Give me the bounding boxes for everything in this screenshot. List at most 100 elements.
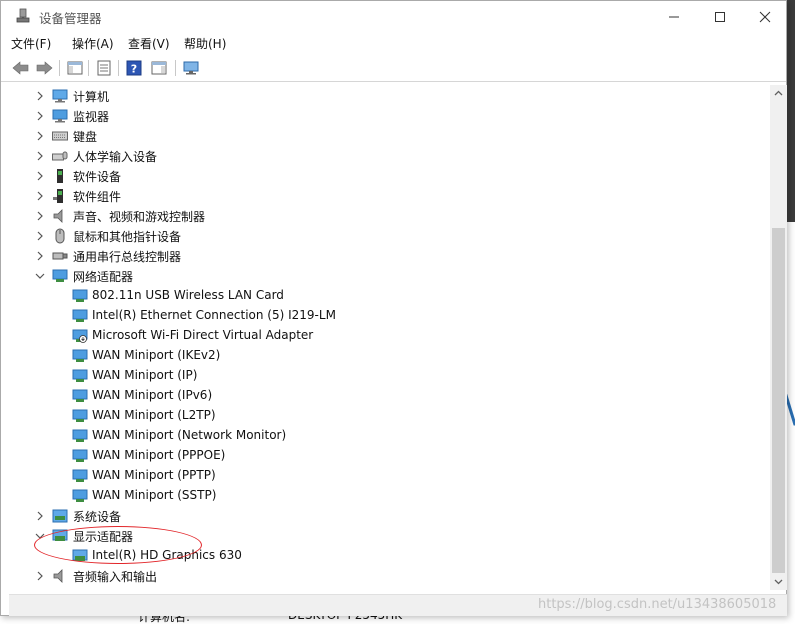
scroll-up-button[interactable] <box>770 85 787 102</box>
tree-label: 通用串行总线控制器 <box>73 250 182 264</box>
disabled-network-adapter-icon <box>72 329 88 343</box>
network-adapter-icon <box>72 349 88 362</box>
tree-label: 声音、视频和游戏控制器 <box>73 210 206 224</box>
tree-row-network-child[interactable]: 802.11n USB Wireless LAN Card <box>9 286 770 306</box>
speaker-icon <box>53 209 63 223</box>
computer-icon <box>52 89 68 103</box>
tree-row-computer[interactable]: 计算机 <box>9 86 770 106</box>
tree-row-system-devices[interactable]: 系统设备 <box>9 506 770 526</box>
network-adapter-icon <box>72 289 88 302</box>
console-tree-icon <box>67 61 83 75</box>
network-adapter-icon <box>72 449 88 462</box>
network-adapter-icon <box>72 309 88 322</box>
tree-row-network-child[interactable]: Microsoft Wi-Fi Direct Virtual Adapter <box>9 326 770 346</box>
tree-row-hid[interactable]: 人体学输入设备 <box>9 146 770 166</box>
chevron-down-icon[interactable] <box>34 270 46 282</box>
tree-row-keyboard[interactable]: 键盘 <box>9 126 770 146</box>
monitor-icon <box>52 109 68 123</box>
tree-label: Intel(R) Ethernet Connection (5) I219-LM <box>92 308 336 322</box>
tree-label: 音频输入和输出 <box>73 570 158 584</box>
tree-row-network-child[interactable]: WAN Miniport (IP) <box>9 366 770 386</box>
tree-label: 鼠标和其他指针设备 <box>73 230 182 244</box>
chevron-right-icon[interactable] <box>34 570 46 582</box>
chevron-right-icon[interactable] <box>34 110 46 122</box>
forward-arrow-icon <box>36 61 53 75</box>
tree-label: 802.11n USB Wireless LAN Card <box>92 288 284 302</box>
tree-label: 软件设备 <box>73 170 122 184</box>
tree-label: WAN Miniport (IPv6) <box>92 388 213 402</box>
window-title: 设备管理器 <box>39 11 102 26</box>
toolbar-separator <box>118 60 119 76</box>
scrollbar-thumb[interactable] <box>772 228 785 573</box>
network-adapter-icon <box>72 469 88 482</box>
minimize-button[interactable] <box>651 1 697 32</box>
back-arrow-icon <box>12 61 29 75</box>
scan-monitor-icon <box>183 61 199 75</box>
vertical-scrollbar[interactable] <box>770 85 787 590</box>
tree-row-sound-video[interactable]: 声音、视频和游戏控制器 <box>9 206 770 226</box>
tree-label: 计算机 <box>73 90 110 104</box>
toolbar-separator <box>59 60 60 76</box>
svg-text:?: ? <box>131 63 137 76</box>
tree-row-network-child[interactable]: WAN Miniport (PPPOE) <box>9 446 770 466</box>
keyboard-icon <box>52 131 68 141</box>
tree-row-network-child[interactable]: WAN Miniport (Network Monitor) <box>9 426 770 446</box>
chevron-right-icon[interactable] <box>34 230 46 242</box>
network-adapter-icon <box>72 409 88 422</box>
tree-row-mouse[interactable]: 鼠标和其他指针设备 <box>9 226 770 246</box>
scan-hardware-button[interactable] <box>181 58 201 78</box>
tree-label: WAN Miniport (SSTP) <box>92 488 217 502</box>
device-tree: 计算机 监视器 键盘 人体学输入设备 软件设备 软件组件 声音、视频和游戏控制器… <box>9 85 770 590</box>
close-button[interactable] <box>742 1 788 32</box>
tree-row-network-child[interactable]: WAN Miniport (SSTP) <box>9 486 770 506</box>
device-manager-window: 设备管理器 文件(F) 操作(A) 查看(V) 帮助(H) ? 计算机 监视器 … <box>0 0 787 616</box>
back-button[interactable] <box>11 58 31 78</box>
speaker-icon <box>53 569 63 583</box>
menu-view[interactable]: 查看(V) <box>128 35 170 52</box>
maximize-button[interactable] <box>697 1 743 32</box>
menu-action[interactable]: 操作(A) <box>72 35 114 52</box>
forward-button[interactable] <box>34 58 54 78</box>
help-button[interactable]: ? <box>124 58 144 78</box>
chevron-right-icon[interactable] <box>34 170 46 182</box>
tree-row-network-child[interactable]: WAN Miniport (L2TP) <box>9 406 770 426</box>
chevron-right-icon[interactable] <box>34 190 46 202</box>
chevron-right-icon[interactable] <box>34 250 46 262</box>
tree-row-network-child[interactable]: WAN Miniport (PPTP) <box>9 466 770 486</box>
device-manager-icon <box>16 8 30 23</box>
tree-row-software-component[interactable]: 软件组件 <box>9 186 770 206</box>
network-adapter-icon <box>72 369 88 382</box>
software-device-icon <box>57 169 63 183</box>
tree-label: 监视器 <box>73 110 110 124</box>
network-adapter-icon <box>72 389 88 402</box>
mouse-icon <box>55 228 65 244</box>
tree-row-software-device[interactable]: 软件设备 <box>9 166 770 186</box>
tree-label: WAN Miniport (IP) <box>92 368 198 382</box>
chevron-right-icon[interactable] <box>34 150 46 162</box>
tree-row-network-child[interactable]: Intel(R) Ethernet Connection (5) I219-LM <box>9 306 770 326</box>
network-adapter-icon <box>72 429 88 442</box>
tree-row-network-child[interactable]: WAN Miniport (IPv6) <box>9 386 770 406</box>
tree-row-monitor[interactable]: 监视器 <box>9 106 770 126</box>
tree-row-network-child[interactable]: WAN Miniport (IKEv2) <box>9 346 770 366</box>
tree-row-network-adapters[interactable]: 网络适配器 <box>9 266 770 286</box>
chevron-right-icon[interactable] <box>34 210 46 222</box>
tree-row-usb[interactable]: 通用串行总线控制器 <box>9 246 770 266</box>
tree-label: WAN Miniport (L2TP) <box>92 408 216 422</box>
scroll-down-arrow-icon <box>774 579 783 585</box>
menu-help[interactable]: 帮助(H) <box>184 35 226 52</box>
chevron-right-icon[interactable] <box>34 90 46 102</box>
properties-button[interactable] <box>94 58 114 78</box>
chevron-right-icon[interactable] <box>34 130 46 142</box>
tree-row-audio-io[interactable]: 音频输入和输出 <box>9 566 770 586</box>
show-hide-console-tree-button[interactable] <box>65 58 85 78</box>
usb-icon <box>52 252 68 260</box>
chevron-right-icon[interactable] <box>34 510 46 522</box>
scroll-up-arrow-icon <box>774 90 783 96</box>
title-bar[interactable]: 设备管理器 <box>1 1 786 32</box>
scroll-down-button[interactable] <box>770 573 787 590</box>
tree-label: Microsoft Wi-Fi Direct Virtual Adapter <box>92 328 314 342</box>
action-pane-button[interactable] <box>149 58 169 78</box>
menu-file[interactable]: 文件(F) <box>11 35 51 52</box>
tree-label: 网络适配器 <box>73 270 134 284</box>
